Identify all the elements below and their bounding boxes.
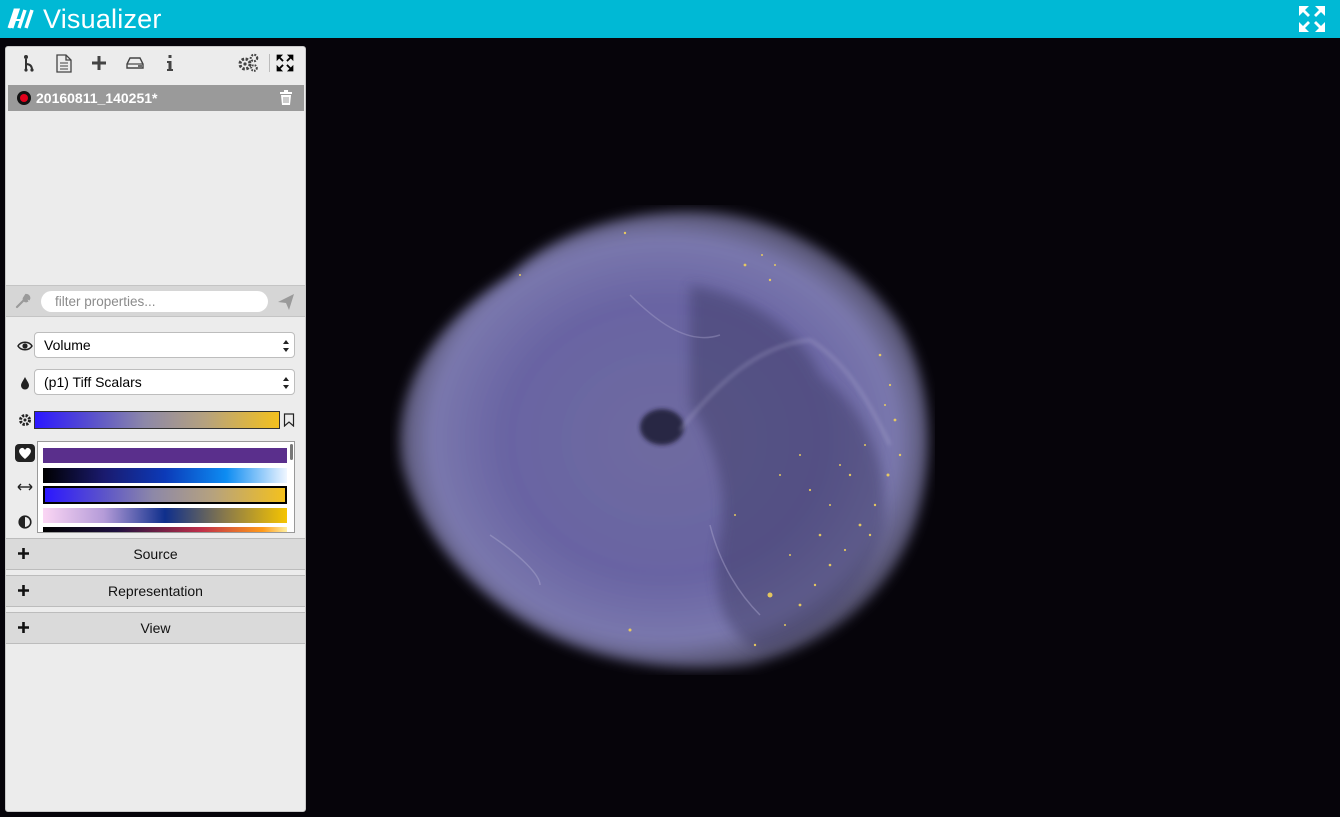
trash-icon[interactable] (279, 90, 293, 106)
color-by-select[interactable]: (p1) Tiff Scalars (34, 369, 295, 395)
record-icon[interactable] (17, 91, 31, 105)
section-view[interactable]: View (6, 612, 305, 644)
representation-select[interactable]: Volume (34, 332, 295, 358)
plus-icon[interactable] (87, 51, 111, 75)
app-header: Visualizer (0, 0, 1340, 38)
plus-icon (18, 622, 29, 633)
toolbar-divider (269, 54, 270, 72)
filter-input[interactable] (41, 291, 268, 312)
eye-icon (16, 337, 34, 355)
section-view-label: View (140, 620, 171, 636)
select-arrows-icon (283, 340, 289, 352)
preset-blue-black[interactable] (43, 468, 287, 483)
colormap-preset-list[interactable] (37, 441, 295, 533)
fullscreen-icon[interactable] (1298, 5, 1326, 33)
gear-icon[interactable] (16, 411, 34, 429)
control-panel: 20160811_140251* Volume (p1) Tiff Scalar… (5, 46, 306, 812)
color-by-value: (p1) Tiff Scalars (44, 374, 142, 390)
representation-value: Volume (44, 337, 91, 353)
volume-rendering[interactable] (390, 205, 935, 675)
settings-icon[interactable] (236, 51, 260, 75)
section-source[interactable]: Source (6, 538, 305, 570)
drop-icon (16, 374, 34, 392)
logo-icon (7, 8, 35, 30)
section-source-label: Source (133, 546, 178, 562)
filter-bar (6, 285, 305, 317)
colormap-bar[interactable] (34, 411, 280, 429)
panel-toolbar (6, 47, 305, 79)
select-arrows-icon (283, 377, 289, 389)
bookmark-icon[interactable] (283, 413, 295, 428)
contrast-icon[interactable] (16, 513, 34, 531)
preset-scrollbar[interactable] (290, 444, 293, 460)
pipeline-icon[interactable] (17, 51, 41, 75)
drive-icon[interactable] (123, 51, 147, 75)
preset-blue-gold[interactable] (43, 486, 287, 504)
preset-purple[interactable] (43, 448, 287, 463)
app-title: Visualizer (43, 3, 162, 34)
range-icon[interactable] (16, 478, 34, 496)
pipeline-item[interactable]: 20160811_140251* (8, 85, 304, 111)
preset-black-orange[interactable] (43, 527, 287, 532)
document-icon[interactable] (52, 51, 76, 75)
wrench-icon (15, 293, 31, 309)
plus-icon (18, 548, 29, 559)
heart-icon[interactable] (14, 444, 36, 462)
info-icon[interactable] (158, 51, 182, 75)
preset-pink-gold[interactable] (43, 508, 287, 523)
section-representation[interactable]: Representation (6, 575, 305, 607)
pipeline-item-name: 20160811_140251* (36, 90, 158, 106)
fullscreen-icon[interactable] (273, 51, 297, 75)
send-icon[interactable] (277, 293, 295, 311)
plus-icon (18, 585, 29, 596)
section-representation-label: Representation (108, 583, 203, 599)
